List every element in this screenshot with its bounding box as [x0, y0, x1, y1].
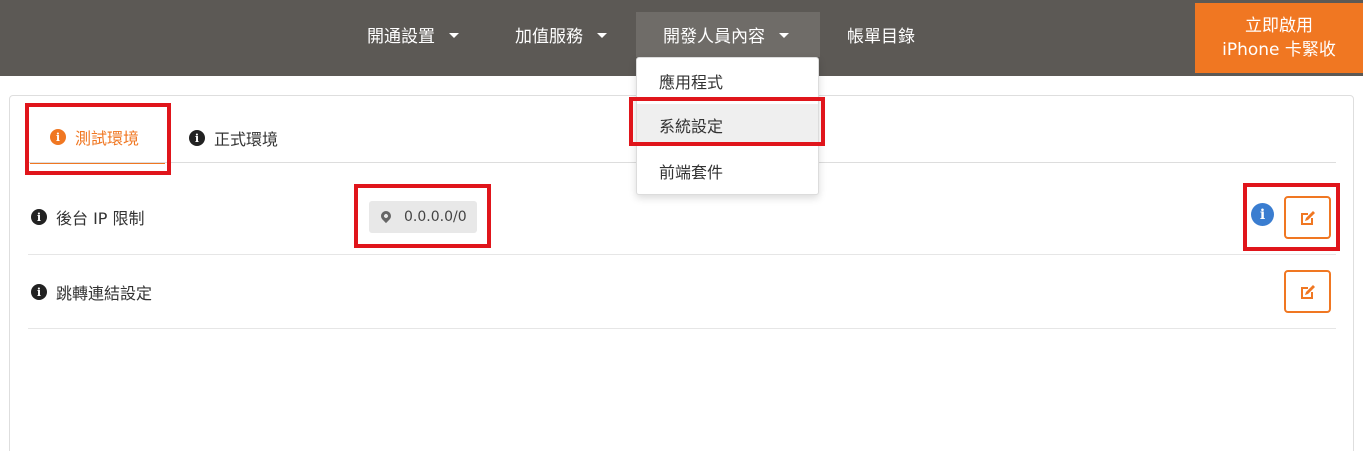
edit-icon	[1300, 210, 1315, 225]
info-icon[interactable]: i	[1251, 203, 1274, 226]
row-divider	[28, 328, 1336, 329]
info-icon: i	[50, 129, 66, 145]
tab-production-environment[interactable]: i 正式環境	[189, 112, 278, 164]
activate-cta-button[interactable]: 立即啟用 iPhone 卡緊收	[1195, 3, 1363, 73]
tab-label: 正式環境	[214, 130, 279, 149]
ip-limit-label: i 後台 IP 限制	[31, 205, 145, 229]
ip-limit-label-text: 後台 IP 限制	[56, 209, 145, 228]
caret-down-icon	[779, 33, 789, 38]
edit-icon	[1300, 284, 1315, 299]
nav-item-developer[interactable]: 開發人員內容	[636, 12, 820, 57]
caret-down-icon	[449, 33, 459, 38]
menu-item-label: 系統設定	[659, 117, 724, 136]
nav-item-label: 開發人員內容	[663, 27, 765, 47]
edit-ip-limit-button[interactable]	[1284, 196, 1331, 239]
cta-line-1: 立即啟用	[1245, 16, 1313, 36]
nav-item-value-added[interactable]: 加值服務	[515, 12, 607, 57]
redirect-link-label-text: 跳轉連結設定	[56, 284, 153, 303]
nav-item-label: 帳單目錄	[847, 27, 915, 47]
nav-item-label: 加值服務	[515, 27, 583, 47]
menu-item-system-settings[interactable]: 系統設定	[637, 104, 818, 146]
info-icon: i	[189, 130, 205, 146]
developer-dropdown-menu: 應用程式 系統設定 前端套件	[636, 57, 819, 195]
info-icon: i	[31, 209, 47, 225]
nav-item-setup[interactable]: 開通設置	[367, 12, 459, 57]
ip-address-value: 0.0.0.0/0	[404, 209, 467, 225]
caret-down-icon	[597, 33, 607, 38]
info-icon: i	[31, 284, 47, 300]
menu-item-frontend-plugins[interactable]: 前端套件	[637, 150, 818, 192]
redirect-link-label: i 跳轉連結設定	[31, 280, 152, 304]
tab-test-environment[interactable]: i 測試環境	[30, 112, 165, 164]
tab-label: 測試環境	[75, 129, 140, 148]
cta-line-2: iPhone 卡緊收	[1222, 40, 1336, 60]
row-divider	[28, 254, 1336, 255]
nav-item-label: 開通設置	[367, 27, 435, 47]
menu-item-label: 應用程式	[659, 73, 724, 92]
map-pin-icon	[378, 208, 394, 224]
menu-item-applications[interactable]: 應用程式	[637, 60, 818, 102]
edit-redirect-link-button[interactable]	[1284, 270, 1331, 313]
menu-item-label: 前端套件	[659, 163, 724, 182]
nav-item-billing[interactable]: 帳單目錄	[847, 12, 915, 57]
ip-address-badge: 0.0.0.0/0	[369, 201, 477, 233]
